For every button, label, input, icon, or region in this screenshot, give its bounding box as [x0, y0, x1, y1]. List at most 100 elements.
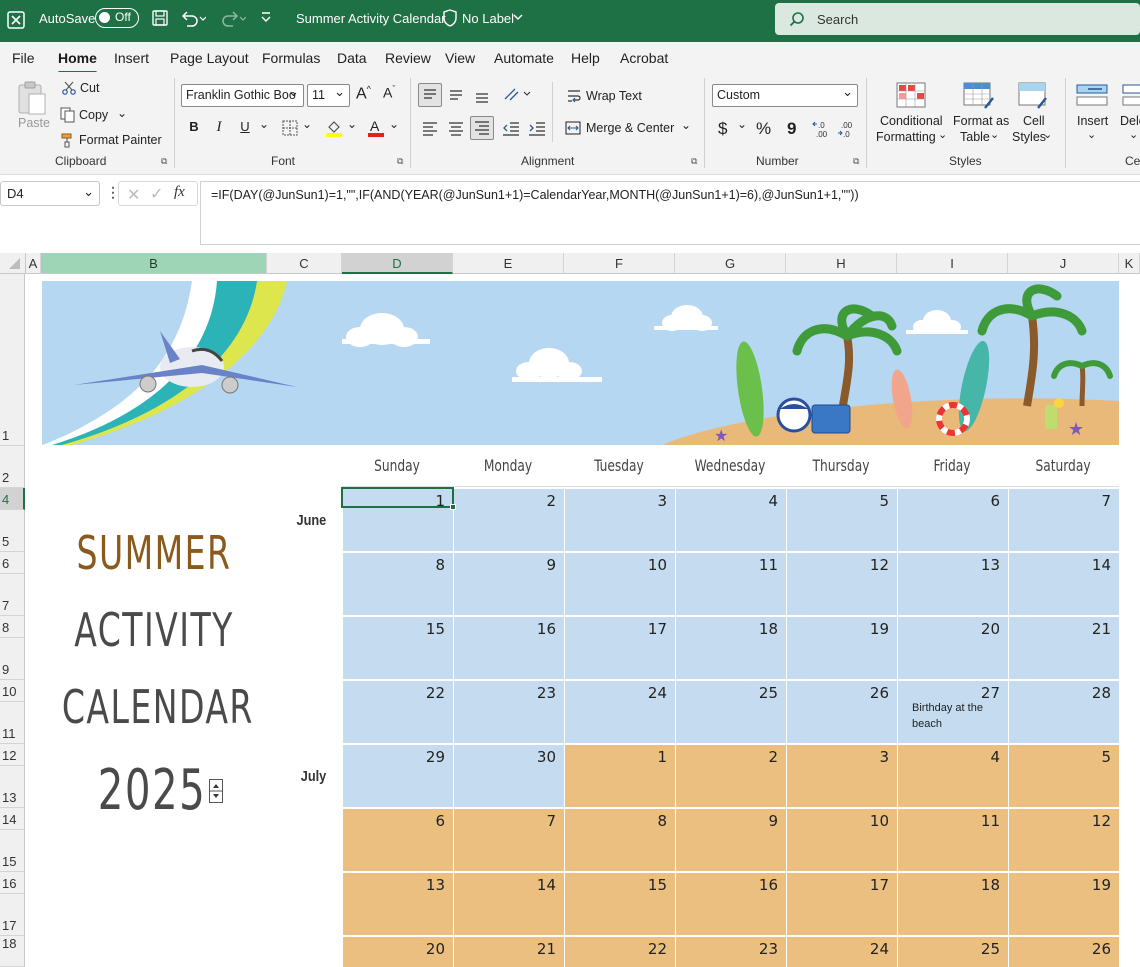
- calendar-day-cell[interactable]: 9: [454, 553, 564, 615]
- row-header-12[interactable]: 12: [0, 744, 25, 766]
- calendar-day-cell[interactable]: 2: [454, 489, 564, 551]
- wrap-text-button[interactable]: Wrap Text: [586, 89, 642, 103]
- calendar-day-cell[interactable]: 23: [454, 681, 564, 743]
- redo-icon[interactable]: [220, 9, 246, 27]
- calendar-day-cell[interactable]: 20: [898, 617, 1008, 679]
- calendar-day-cell[interactable]: 13: [343, 873, 453, 935]
- comma-style-button[interactable]: 9: [787, 119, 796, 139]
- tab-help[interactable]: Help: [571, 50, 600, 66]
- search-box[interactable]: Search: [775, 3, 1140, 35]
- row-header-10[interactable]: 10: [0, 680, 25, 702]
- calendar-day-cell[interactable]: 9: [676, 809, 786, 871]
- calendar-day-cell[interactable]: 1: [565, 745, 675, 807]
- insert-cells-button[interactable]: Insert: [1077, 114, 1108, 128]
- calendar-day-cell[interactable]: 24: [565, 681, 675, 743]
- copy-dropdown-icon[interactable]: ⌄: [117, 106, 127, 120]
- calendar-day-cell[interactable]: 16: [454, 617, 564, 679]
- calendar-day-cell[interactable]: 3: [565, 489, 675, 551]
- column-header-g[interactable]: G: [675, 253, 786, 274]
- calendar-day-cell[interactable]: 19: [1009, 873, 1119, 935]
- customize-qat-icon[interactable]: [259, 10, 273, 24]
- align-left-icon[interactable]: [420, 118, 440, 138]
- calendar-day-cell[interactable]: 22: [565, 937, 675, 967]
- calendar-day-cell[interactable]: 1: [343, 489, 453, 551]
- calendar-day-cell[interactable]: 6: [898, 489, 1008, 551]
- tab-review[interactable]: Review: [385, 50, 431, 66]
- fill-color-icon[interactable]: [325, 119, 343, 137]
- calendar-day-cell[interactable]: 13: [898, 553, 1008, 615]
- column-header-a[interactable]: A: [26, 253, 41, 274]
- calendar-day-cell[interactable]: 27 Birthday at the beach: [898, 681, 1008, 743]
- alignment-launcher-icon[interactable]: ⧉: [691, 156, 697, 167]
- fill-handle[interactable]: [450, 504, 456, 510]
- calendar-day-cell[interactable]: 7: [1009, 489, 1119, 551]
- calendar-day-cell[interactable]: 5: [787, 489, 897, 551]
- font-color-dropdown-icon[interactable]: ⌄: [389, 117, 399, 131]
- decrease-indent-icon[interactable]: [502, 118, 520, 138]
- tab-view[interactable]: View: [445, 50, 475, 66]
- copy-button[interactable]: Copy: [79, 108, 108, 122]
- row-header-8[interactable]: 8: [0, 616, 25, 638]
- name-box[interactable]: D4 ⌄: [0, 181, 100, 206]
- calendar-day-cell[interactable]: 11: [898, 809, 1008, 871]
- align-right-button[interactable]: [470, 116, 494, 140]
- insert-function-button[interactable]: fx: [174, 184, 185, 201]
- increase-indent-icon[interactable]: [528, 118, 546, 138]
- year-spinner[interactable]: [209, 779, 223, 803]
- calendar-day-cell[interactable]: 19: [787, 617, 897, 679]
- delete-cells-button[interactable]: Dele: [1120, 114, 1140, 128]
- decrease-decimal-icon[interactable]: .00.0: [837, 119, 857, 139]
- font-color-icon[interactable]: A: [367, 118, 385, 137]
- row-header-16[interactable]: 16: [0, 872, 25, 894]
- format-painter-button[interactable]: Format Painter: [79, 133, 162, 147]
- row-header-15[interactable]: 15: [0, 830, 25, 872]
- calendar-day-cell[interactable]: 16: [676, 873, 786, 935]
- column-header-b[interactable]: B: [41, 253, 267, 274]
- row-header-14[interactable]: 14: [0, 808, 25, 830]
- increase-decimal-icon[interactable]: .0.00: [812, 119, 832, 139]
- calendar-day-cell[interactable]: 26: [787, 681, 897, 743]
- calendar-day-cell[interactable]: 3: [787, 745, 897, 807]
- currency-dropdown-icon[interactable]: ⌄: [737, 117, 747, 131]
- underline-button[interactable]: U: [236, 119, 254, 134]
- tab-file[interactable]: File: [12, 50, 35, 66]
- borders-dropdown-icon[interactable]: ⌄: [302, 117, 312, 131]
- row-header-6[interactable]: 6: [0, 552, 25, 574]
- merge-dropdown-icon[interactable]: ⌄: [681, 118, 691, 132]
- calendar-day-cell[interactable]: 23: [676, 937, 786, 967]
- calendar-day-cell[interactable]: 15: [343, 617, 453, 679]
- column-header-d[interactable]: D: [342, 253, 453, 274]
- column-header-f[interactable]: F: [564, 253, 675, 274]
- calendar-day-cell[interactable]: 10: [787, 809, 897, 871]
- tab-insert[interactable]: Insert: [114, 50, 149, 66]
- sensitivity-label[interactable]: No Label: [462, 11, 514, 26]
- calendar-day-cell[interactable]: 17: [565, 617, 675, 679]
- format-as-table-button[interactable]: Format as: [953, 114, 1009, 128]
- calendar-day-cell[interactable]: 12: [787, 553, 897, 615]
- row-header-7[interactable]: 7: [0, 574, 25, 616]
- tab-formulas[interactable]: Formulas: [262, 50, 320, 66]
- number-launcher-icon[interactable]: ⧉: [853, 156, 859, 167]
- tab-acrobat[interactable]: Acrobat: [620, 50, 668, 66]
- row-header-2[interactable]: 2: [0, 446, 25, 488]
- number-format-select[interactable]: Custom: [712, 84, 858, 107]
- calendar-day-cell[interactable]: 25: [898, 937, 1008, 967]
- calendar-day-cell[interactable]: 7: [454, 809, 564, 871]
- cut-button[interactable]: Cut: [80, 81, 99, 95]
- calendar-day-cell[interactable]: 6: [343, 809, 453, 871]
- column-header-j[interactable]: J: [1008, 253, 1119, 274]
- column-header-i[interactable]: I: [897, 253, 1008, 274]
- paste-button[interactable]: Paste: [18, 116, 50, 130]
- calendar-day-cell[interactable]: 4: [898, 745, 1008, 807]
- borders-icon[interactable]: [282, 120, 298, 136]
- tab-data[interactable]: Data: [337, 50, 367, 66]
- font-size-select[interactable]: 11: [307, 84, 350, 107]
- column-header-e[interactable]: E: [453, 253, 564, 274]
- row-header-11[interactable]: 11: [0, 702, 25, 744]
- italic-button[interactable]: I: [210, 119, 228, 136]
- calendar-day-cell[interactable]: 15: [565, 873, 675, 935]
- calendar-day-cell[interactable]: 22: [343, 681, 453, 743]
- calendar-day-cell[interactable]: 29: [343, 745, 453, 807]
- column-header-h[interactable]: H: [786, 253, 897, 274]
- calendar-day-cell[interactable]: 4: [676, 489, 786, 551]
